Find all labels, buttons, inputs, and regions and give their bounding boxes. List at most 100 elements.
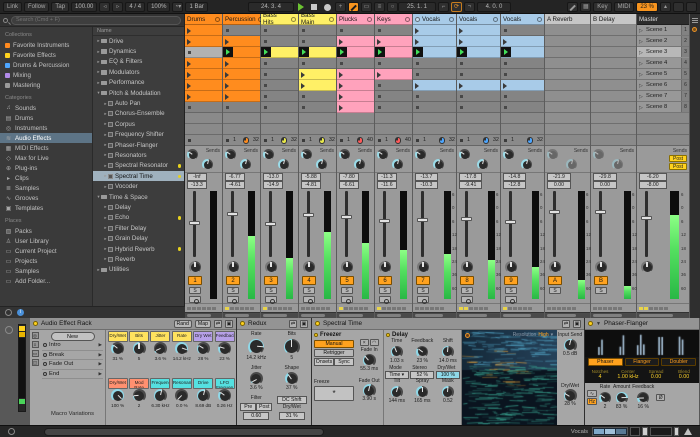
- midi-overdub-button[interactable]: ≡: [374, 2, 385, 12]
- clip-slot[interactable]: [185, 80, 222, 91]
- empty-slot[interactable]: [223, 113, 260, 124]
- sidebar-item-add-folder-[interactable]: ▭ Add Folder...: [0, 276, 92, 286]
- session-record-button[interactable]: ○: [387, 2, 398, 12]
- rack-map-button[interactable]: Map: [194, 319, 211, 328]
- phaser-param-value[interactable]: 4: [586, 374, 614, 380]
- variation-arrow-icon[interactable]: ▶: [99, 371, 102, 377]
- pan-knob[interactable]: [341, 261, 353, 273]
- sidebar-item-current-project[interactable]: ▭ Current Project: [0, 246, 92, 256]
- empty-slot[interactable]: [375, 113, 412, 124]
- scene-launch-icon[interactable]: ▷: [639, 94, 643, 100]
- track-activator-button[interactable]: B: [594, 276, 608, 285]
- clip-slot[interactable]: [299, 69, 336, 80]
- clip-stop-slot[interactable]: [299, 25, 336, 36]
- clip-slot[interactable]: [337, 47, 374, 58]
- phaser-rate-knob[interactable]: [599, 391, 611, 404]
- clip-stop-slot[interactable]: [457, 91, 500, 102]
- clip-stop-slot[interactable]: [261, 25, 298, 36]
- track-status-row[interactable]: [545, 135, 590, 146]
- track-activator-button[interactable]: 4: [302, 276, 316, 285]
- clip-stop-slot[interactable]: [413, 102, 456, 113]
- solo-button[interactable]: S: [505, 287, 517, 294]
- clip-stop-slot[interactable]: [261, 91, 298, 102]
- scene-row[interactable]: ▷ Scene 1 1: [637, 25, 689, 36]
- rack-title-bar[interactable]: Audio Effect Rack Rand Map ⇄ ▣: [30, 318, 236, 330]
- track-activator-button[interactable]: 6: [378, 276, 392, 285]
- pan-knob[interactable]: [505, 261, 517, 273]
- track-activator-button[interactable]: 1: [188, 276, 202, 285]
- macro-variation-row[interactable]: End ▶: [42, 370, 103, 379]
- arm-button[interactable]: [303, 296, 315, 304]
- volume-value-box[interactable]: -4.61: [225, 181, 245, 189]
- send-b-knob[interactable]: [354, 159, 365, 170]
- redux-jitter-knob[interactable]: [249, 372, 263, 386]
- send-a-knob[interactable]: [225, 149, 236, 160]
- clip-stop-slot[interactable]: [299, 36, 336, 47]
- scene-launch-icon[interactable]: ▷: [639, 83, 643, 89]
- solo-button[interactable]: S: [265, 287, 277, 294]
- freezer-onsets-button[interactable]: Onsets: [314, 358, 334, 366]
- scene-row[interactable]: ▷ Scene 8 8: [637, 102, 689, 113]
- clip-stop-slot[interactable]: [501, 25, 544, 36]
- phaser-mode-tab-flanger[interactable]: Flanger: [624, 358, 660, 366]
- empty-slot[interactable]: [457, 113, 500, 124]
- param-knob[interactable]: [416, 386, 429, 398]
- track-status-row[interactable]: 1 40: [375, 135, 412, 146]
- send-a-knob[interactable]: [187, 149, 198, 160]
- track-activator-button[interactable]: 2: [226, 276, 240, 285]
- chain-device-block[interactable]: [650, 427, 672, 436]
- stop-button[interactable]: [311, 4, 317, 10]
- send-post-toggle[interactable]: Post: [669, 155, 687, 162]
- sidebar-item-audio-effects[interactable]: ≋ Audio Effects: [0, 133, 92, 143]
- delay-led[interactable]: [386, 333, 390, 337]
- freezer-x-button[interactable]: ×: [359, 339, 369, 346]
- rack-io-toggle[interactable]: ◫: [31, 359, 39, 366]
- solo-button[interactable]: S: [417, 287, 429, 294]
- pan-knob[interactable]: [461, 261, 473, 273]
- rack-power-led[interactable]: [33, 321, 38, 326]
- clip-slot[interactable]: [501, 36, 544, 47]
- rack-chain-toggle[interactable]: ≡: [31, 341, 39, 348]
- track-status-row[interactable]: 1 32: [501, 135, 544, 146]
- tree-item-echo[interactable]: ▸ Echo: [93, 213, 184, 223]
- clip-slot[interactable]: [337, 80, 374, 91]
- redux-fold-icon[interactable]: ▣: [300, 319, 308, 328]
- resolution-control[interactable]: Resolution High ▾: [513, 332, 553, 338]
- chain-collapse-icon[interactable]: [5, 326, 13, 334]
- sidebar-item-grooves[interactable]: ∿ Grooves: [0, 193, 92, 203]
- volume-value-box[interactable]: -11.6: [377, 181, 397, 189]
- clip-slot[interactable]: [457, 80, 500, 91]
- sidebar-item-clips[interactable]: ▸ Clips: [0, 173, 92, 183]
- tree-item-filter-delay[interactable]: ▸ Filter Delay: [93, 223, 184, 233]
- tap-tempo-button[interactable]: Tap: [51, 2, 70, 12]
- track-activator-button[interactable]: 9: [504, 276, 518, 285]
- clip-stop-slot[interactable]: [375, 58, 412, 69]
- clip-stop-slot[interactable]: [413, 69, 456, 80]
- clip-stop-slot[interactable]: [299, 58, 336, 69]
- clip-slot[interactable]: [413, 25, 456, 36]
- clip-stop-slot[interactable]: [261, 58, 298, 69]
- clip-stop-slot[interactable]: [457, 102, 500, 113]
- clip-stop-slot[interactable]: [185, 102, 222, 113]
- clip-slot[interactable]: [223, 69, 260, 80]
- clip-slot[interactable]: [223, 58, 260, 69]
- volume-value-box[interactable]: -14.9: [263, 181, 283, 189]
- macro-knob[interactable]: [196, 389, 210, 402]
- chain-device-block[interactable]: [642, 427, 648, 436]
- automation-arm-button[interactable]: [348, 2, 359, 12]
- midi-map-button[interactable]: MIDI: [613, 2, 635, 12]
- record-button[interactable]: [324, 3, 331, 11]
- sidebar-item-sounds[interactable]: ♫ Sounds: [0, 103, 92, 113]
- macro-variation-row[interactable]: Break ▶: [42, 351, 103, 360]
- clip-stop-slot[interactable]: [413, 58, 456, 69]
- scene-row[interactable]: ▷ Scene 5 5: [637, 69, 689, 80]
- empty-slot[interactable]: [299, 113, 336, 124]
- volume-value-box[interactable]: -10.3: [415, 181, 438, 189]
- arm-button[interactable]: [461, 296, 473, 304]
- scene-row[interactable]: ▷ Scene 6 6: [637, 80, 689, 91]
- clip-stop-slot[interactable]: [375, 91, 412, 102]
- fade-in-knob[interactable]: [362, 353, 376, 367]
- send-b-knob[interactable]: [316, 159, 327, 170]
- clip-stop-slot[interactable]: [375, 25, 412, 36]
- send-b-knob[interactable]: [392, 159, 403, 170]
